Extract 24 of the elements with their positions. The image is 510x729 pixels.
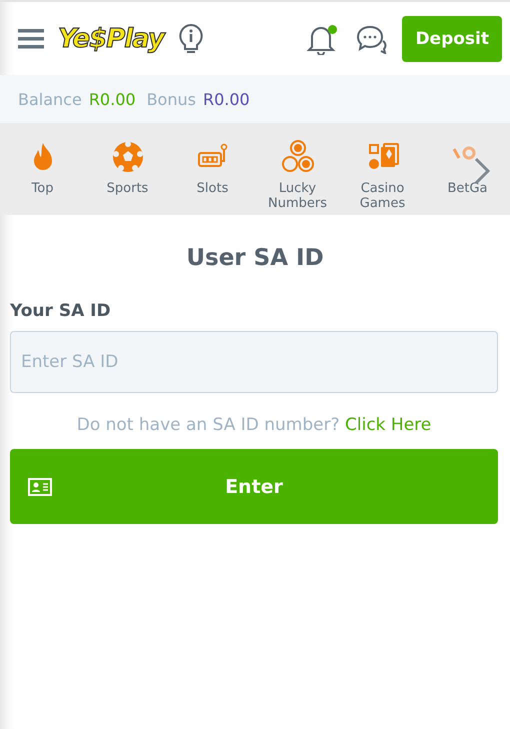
balance-value: R0.00 (88, 90, 136, 108)
category-icon (452, 146, 475, 160)
lottery-balls-icon (280, 139, 316, 175)
category-tab[interactable]: Lucky Numbers (255, 139, 340, 211)
lightbulb-info-icon[interactable] (178, 22, 204, 54)
menu-icon[interactable] (18, 28, 44, 50)
bell-icon[interactable] (306, 22, 336, 54)
hint-text: Do not have an SA ID number? Click Here (76, 415, 432, 435)
field-label: Your SA ID (10, 301, 112, 321)
sa-id-input[interactable]: Enter SA ID (10, 331, 498, 393)
deposit-button[interactable]: Deposit (402, 16, 502, 62)
category-tab[interactable]: BetGa (425, 139, 510, 196)
enter-button[interactable]: Enter (10, 449, 498, 524)
bonus-label: Bonus (146, 90, 196, 108)
category-tab[interactable]: Slots (170, 139, 255, 196)
chat-icon[interactable] (356, 24, 388, 54)
category-tab[interactable]: Top (0, 139, 85, 196)
category-tab[interactable]: Sports (85, 139, 170, 196)
click-here-link[interactable]: Click Here (345, 415, 432, 435)
bonus-value: R0.00 (202, 90, 250, 108)
category-tab[interactable]: Casino Games (340, 139, 425, 211)
id-card-icon (28, 478, 52, 496)
page-title: User SA ID (185, 245, 325, 271)
balance-label: Balance (18, 90, 82, 108)
